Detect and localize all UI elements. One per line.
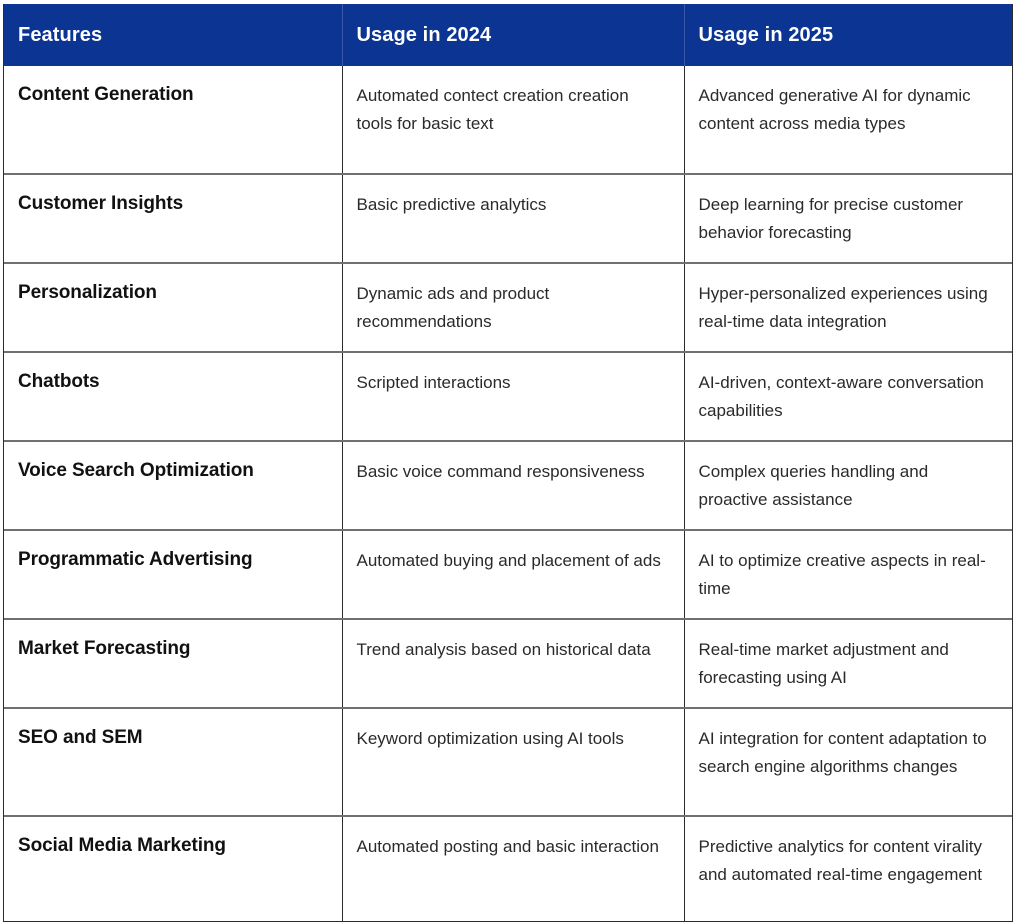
usage-2025-value: Deep learning for precise customer behav… [698, 195, 964, 242]
feature-name: Customer Insights [4, 174, 343, 264]
comparison-table-container: Features Usage in 2024 Usage in 2025 Con… [3, 4, 1013, 922]
feature-name: Personalization [4, 263, 343, 353]
usage-2024-value: Automated contect creation creation tool… [342, 66, 685, 174]
feature-name: Social Media Marketing [4, 816, 343, 922]
table-row: Voice Search Optimization Basic voice co… [4, 441, 1012, 531]
feature-name: Voice Search Optimization [4, 441, 343, 531]
table-row: Social Media Marketing Automated posting… [4, 816, 1012, 922]
feature-name: Chatbots [4, 352, 343, 442]
feature-name: SEO and SEM [4, 708, 343, 817]
usage-2025-value: Hyper-personalized experiences using rea… [698, 284, 988, 331]
table-row: Personalization Dynamic ads and product … [4, 263, 1012, 353]
usage-2024-value: Basic voice command responsiveness [342, 441, 685, 531]
header-row: Features Usage in 2024 Usage in 2025 [4, 4, 1012, 66]
column-header-features: Features [4, 4, 343, 66]
feature-name: Content Generation [4, 66, 343, 174]
usage-2025-value: AI-driven, context-aware conversation ca… [698, 373, 984, 420]
column-header-usage-2024: Usage in 2024 [342, 4, 685, 66]
table-row: Customer Insights Basic predictive analy… [4, 174, 1012, 264]
usage-2024-value: Scripted interactions [342, 352, 685, 442]
usage-2025-value: AI integration for content adaptation to… [698, 729, 987, 776]
feature-name: Programmatic Advertising [4, 530, 343, 620]
usage-2025-value: Predictive analytics for content viralit… [698, 837, 983, 884]
usage-2024-value: Dynamic ads and product recommendations [342, 263, 685, 353]
usage-2025-value: Complex queries handling and proactive a… [698, 462, 929, 509]
usage-2024-value: Automated buying and placement of ads [342, 530, 685, 620]
ai-marketing-comparison-table: Features Usage in 2024 Usage in 2025 Con… [4, 4, 1012, 922]
usage-2025-value: AI to optimize creative aspects in real-… [698, 551, 986, 598]
usage-2025-value: Advanced generative AI for dynamic conte… [698, 86, 971, 133]
table-row: SEO and SEM Keyword optimization using A… [4, 708, 1012, 817]
table-body: Content Generation Automated contect cre… [4, 66, 1012, 922]
feature-name: Market Forecasting [4, 619, 343, 709]
table-row: Programmatic Advertising Automated buyin… [4, 530, 1012, 620]
table-row: Market Forecasting Trend analysis based … [4, 619, 1012, 709]
usage-2024-value: Basic predictive analytics [342, 174, 685, 264]
table-header: Features Usage in 2024 Usage in 2025 [4, 4, 1012, 66]
usage-2025-value: Real-time market adjustment and forecast… [698, 640, 949, 687]
usage-2024-value: Keyword optimization using AI tools [342, 708, 685, 817]
table-row: Content Generation Automated contect cre… [4, 66, 1012, 174]
usage-2024-value: Trend analysis based on historical data [342, 619, 685, 709]
usage-2024-value: Automated posting and basic interaction [342, 816, 685, 922]
column-header-usage-2025: Usage in 2025 [684, 4, 1012, 66]
table-row: Chatbots Scripted interactions AI-driven… [4, 352, 1012, 442]
